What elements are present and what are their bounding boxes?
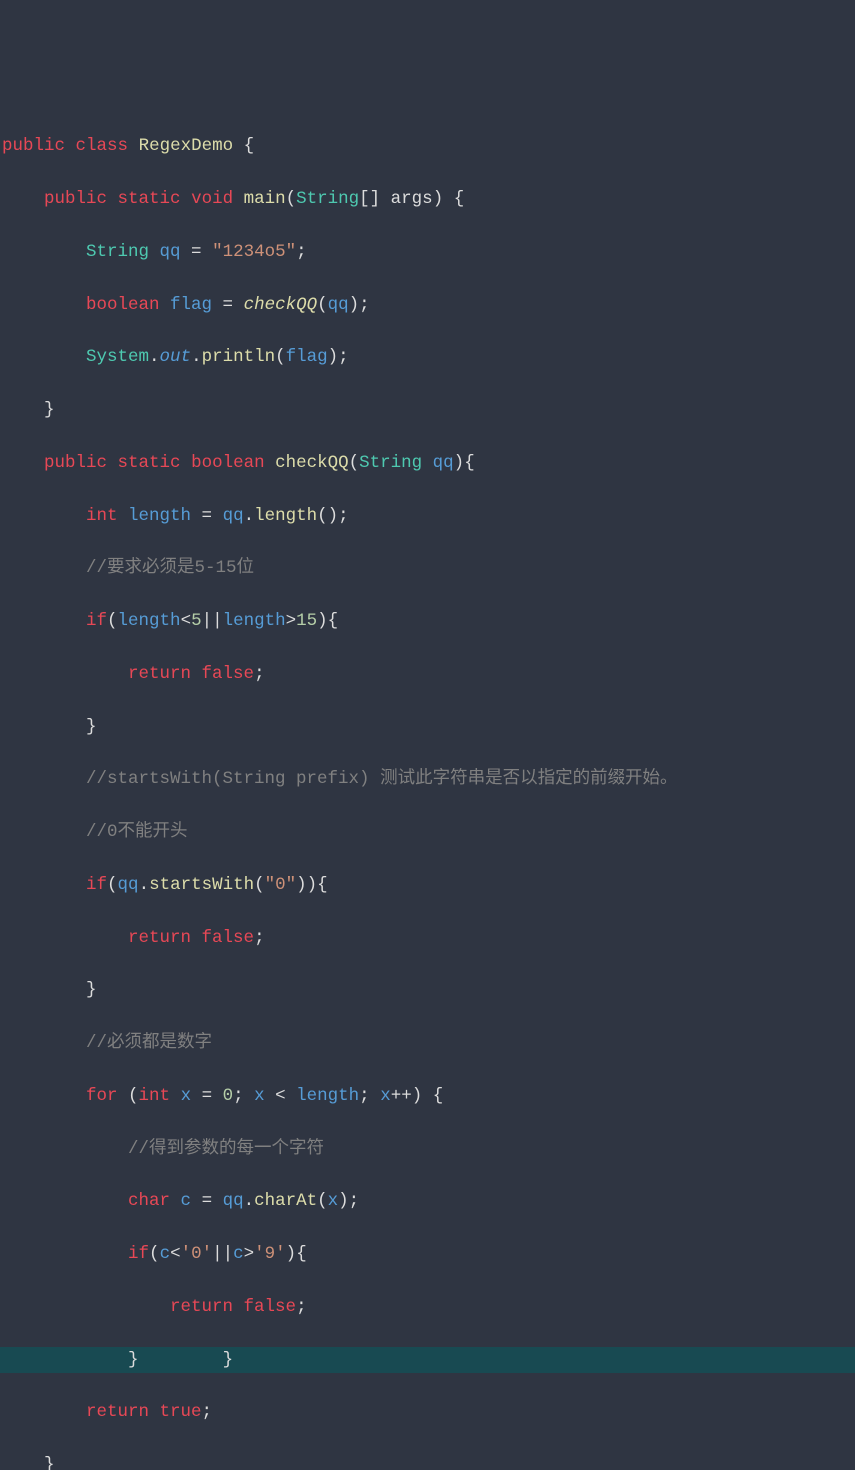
code-line-19: for (int x = 0; x < length; x++) {	[0, 1083, 855, 1110]
code-line-13: //startsWith(String prefix) 测试此字符串是否以指定的…	[0, 766, 855, 793]
code-line-1: public class RegexDemo {	[0, 133, 855, 160]
code-line-17: }	[0, 977, 855, 1004]
code-line-18: //必须都是数字	[0, 1030, 855, 1057]
code-line-2: public static void main(String[] args) {	[0, 186, 855, 213]
code-line-12: }	[0, 714, 855, 741]
code-line-26: }	[0, 1452, 855, 1470]
code-line-16: return false;	[0, 925, 855, 952]
code-line-15: if(qq.startsWith("0")){	[0, 872, 855, 899]
code-line-23: return false;	[0, 1294, 855, 1321]
code-line-9: //要求必须是5-15位	[0, 555, 855, 582]
code-line-10: if(length<5||length>15){	[0, 608, 855, 635]
code-line-21: char c = qq.charAt(x);	[0, 1188, 855, 1215]
code-line-22: if(c<'0'||c>'9'){	[0, 1241, 855, 1268]
code-line-8: int length = qq.length();	[0, 503, 855, 530]
code-line-25: return true;	[0, 1399, 855, 1426]
code-line-6: }	[0, 397, 855, 424]
code-line-14: //0不能开头	[0, 819, 855, 846]
code-line-4: boolean flag = checkQQ(qq);	[0, 292, 855, 319]
code-line-5: System.out.println(flag);	[0, 344, 855, 371]
code-line-11: return false;	[0, 661, 855, 688]
code-editor[interactable]: public class RegexDemo { public static v…	[0, 107, 855, 1470]
code-line-20: //得到参数的每一个字符	[0, 1136, 855, 1163]
code-line-24-highlighted: } }	[0, 1347, 855, 1374]
code-line-7: public static boolean checkQQ(String qq)…	[0, 450, 855, 477]
code-line-3: String qq = "1234o5";	[0, 239, 855, 266]
